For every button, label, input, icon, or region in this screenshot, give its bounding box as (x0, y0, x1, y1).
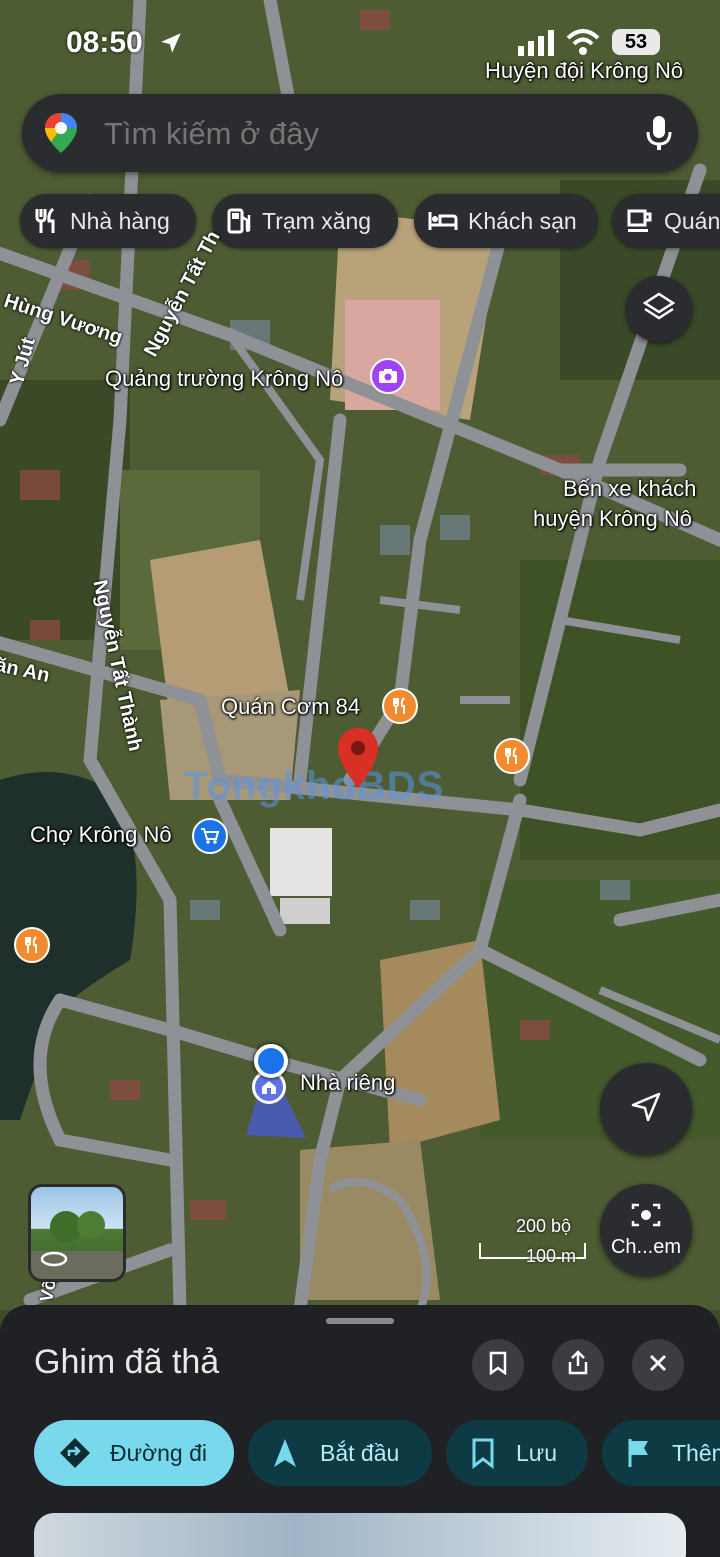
restaurant-icon (34, 207, 60, 235)
share-icon (566, 1349, 590, 1381)
restaurant-poi-icon[interactable] (14, 927, 50, 963)
drag-handle[interactable] (326, 1318, 394, 1324)
camera-icon (630, 1201, 662, 1234)
flag-icon (626, 1437, 652, 1469)
map-label-huyen-doi[interactable]: Huyện đội Krông Nô (485, 58, 683, 84)
search-input[interactable] (102, 110, 626, 158)
my-location-button[interactable] (600, 1063, 692, 1155)
layers-icon (642, 292, 676, 327)
scale-label-bottom: 100 m (526, 1246, 577, 1266)
map-label-quan-com[interactable]: Quán Cơm 84 (221, 694, 360, 720)
status-time: 08:50 (66, 26, 143, 59)
bookmark-icon (488, 1351, 508, 1380)
chip-label: Khách sạn (468, 207, 577, 234)
bookmark-icon (470, 1437, 496, 1469)
watermark-text: TongkhoBDS (184, 764, 445, 808)
chip-label: Quán (664, 207, 720, 234)
chip-coffee[interactable]: Quán (612, 194, 720, 248)
battery-icon: 53 (612, 29, 660, 55)
directions-button[interactable]: Đường đi (34, 1420, 234, 1486)
chip-gas-stations[interactable]: Trạm xăng (212, 194, 398, 248)
more-label: Thêm (672, 1439, 720, 1466)
rotate-360-icon (39, 1249, 69, 1274)
location-arrow-icon (158, 30, 184, 61)
camera-search-button[interactable]: Ch...em (600, 1184, 692, 1276)
wifi-icon (566, 28, 600, 61)
camera-poi-icon[interactable] (370, 358, 406, 394)
chip-hotels[interactable]: Khách sạn (414, 194, 598, 248)
chip-label: Nhà hàng (70, 207, 170, 234)
sheet-title: Ghim đã thả (34, 1343, 220, 1381)
start-label: Bắt đầu (320, 1439, 400, 1466)
close-button[interactable] (632, 1339, 684, 1391)
search-bar[interactable] (22, 94, 698, 172)
shopping-cart-poi-icon[interactable] (192, 818, 228, 854)
coffee-icon (626, 208, 654, 234)
restaurant-poi-icon[interactable] (382, 688, 418, 724)
gas-station-icon (226, 207, 252, 235)
more-button[interactable]: Thêm (602, 1420, 720, 1486)
microphone-icon[interactable] (644, 114, 674, 157)
save-icon-button[interactable] (472, 1339, 524, 1391)
close-icon (648, 1353, 668, 1378)
signal-icon (518, 30, 558, 61)
hotel-icon (428, 210, 458, 232)
layers-button[interactable] (626, 276, 692, 342)
street-view-thumbnail[interactable] (28, 1184, 126, 1282)
map-label-nha-rieng[interactable]: Nhà riêng (300, 1070, 395, 1096)
map-label-ben-xe-line2[interactable]: huyện Krông Nô (533, 506, 692, 532)
map-view[interactable]: 08:50 53 Huyện đội Krông Nô Tìm kiếm ở đ… (0, 0, 720, 1310)
place-photo[interactable] (34, 1513, 686, 1557)
map-label-cho[interactable]: Chợ Krông Nô (30, 822, 172, 848)
restaurant-poi-icon[interactable] (494, 738, 530, 774)
navigation-arrow-icon (629, 1090, 663, 1129)
map-label-ben-xe-line1[interactable]: Bến xe khách (563, 476, 696, 502)
dropped-pin-icon[interactable] (336, 726, 380, 795)
chip-label: Trạm xăng (262, 207, 372, 234)
current-location-dot (254, 1044, 288, 1078)
chip-restaurants[interactable]: Nhà hàng (20, 194, 196, 248)
scale-label-top: 200 bộ (516, 1216, 572, 1236)
start-button[interactable]: Bắt đầu (248, 1420, 432, 1486)
camera-search-label: Ch...em (610, 1236, 682, 1258)
navigation-arrow-icon (272, 1437, 298, 1469)
map-label-quang-truong[interactable]: Quảng trường Krông Nô (105, 366, 343, 392)
status-bar: 08:50 53 Huyện đội Krông Nô (0, 20, 720, 83)
save-button[interactable]: Lưu (446, 1420, 588, 1486)
directions-icon (58, 1436, 92, 1470)
directions-label: Đường đi (110, 1439, 207, 1466)
share-button[interactable] (552, 1339, 604, 1391)
save-label: Lưu (516, 1439, 557, 1466)
google-maps-pin-icon (42, 111, 80, 160)
